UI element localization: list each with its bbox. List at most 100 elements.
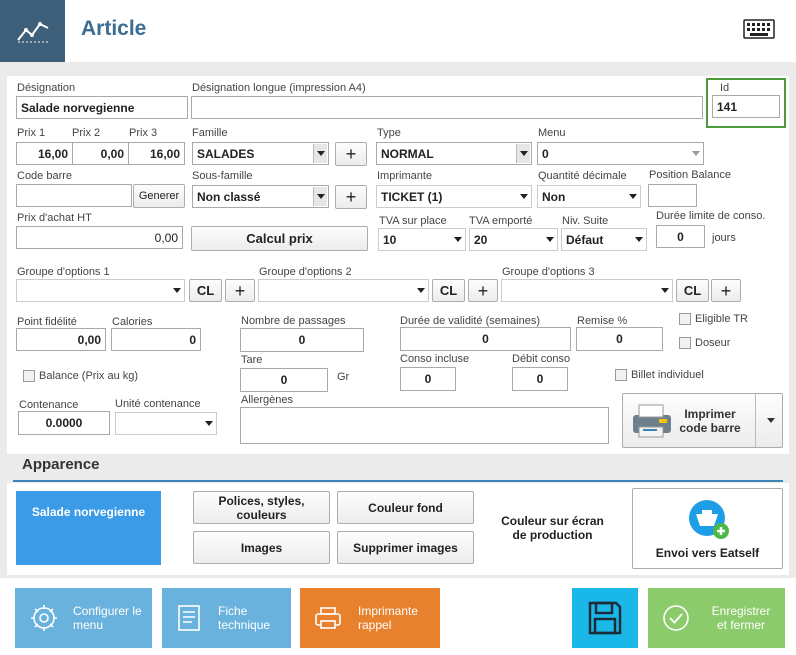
tare-field[interactable]: 0	[240, 368, 328, 392]
calories-label: Calories	[112, 316, 153, 328]
cl-button-2[interactable]: CL	[432, 279, 465, 302]
printer-icon	[633, 404, 671, 437]
prix2-field[interactable]: 0,00	[72, 142, 129, 165]
chevron-down-icon	[313, 187, 327, 206]
duree-limite-label: Durée limite de conso.	[656, 210, 766, 222]
code-barre-field[interactable]	[16, 184, 132, 207]
designation-field[interactable]: Salade norvegienne	[16, 96, 188, 119]
quantite-decimale-select[interactable]: Non	[537, 185, 641, 208]
groupe1-select[interactable]	[16, 279, 185, 302]
prix1-field[interactable]: 16,00	[16, 142, 73, 165]
add-famille-button[interactable]: +	[335, 142, 367, 166]
point-fidelite-field[interactable]: 0,00	[16, 328, 106, 351]
id-field[interactable]: 141	[712, 95, 780, 118]
prix-achat-field[interactable]: 0,00	[16, 226, 183, 249]
unite-contenance-select[interactable]	[115, 412, 217, 435]
tva-place-select[interactable]: 10	[378, 228, 466, 251]
famille-select[interactable]: SALADES	[192, 142, 329, 165]
imprimer-code-barre-button[interactable]: Imprimer code barre	[622, 393, 783, 448]
add-groupe2-button[interactable]: +	[468, 279, 498, 302]
prix1-label: Prix 1	[17, 127, 46, 139]
position-balance-field[interactable]	[648, 184, 697, 207]
envoi-eatself-button[interactable]: Envoi vers Eatself	[632, 488, 783, 569]
article-preview-tile[interactable]: Salade norvegienne	[16, 491, 161, 565]
billet-individuel-label: Billet individuel	[631, 369, 704, 381]
fiche-technique-button[interactable]: Fiche technique	[162, 588, 291, 648]
sous-famille-select[interactable]: Non classé	[192, 185, 329, 208]
chevron-down-icon	[629, 194, 637, 199]
allergenes-field[interactable]	[240, 407, 609, 444]
quantite-decimale-label: Quantité décimale	[538, 170, 627, 182]
chevron-down-icon	[546, 237, 554, 242]
prix-achat-label: Prix d'achat HT	[17, 212, 92, 224]
couleur-ecran-production-button[interactable]: Couleur sur écran de production	[481, 491, 624, 565]
add-groupe3-button[interactable]: +	[711, 279, 741, 302]
famille-label: Famille	[192, 127, 228, 139]
menu-value: 0	[542, 146, 549, 161]
type-select[interactable]: NORMAL	[376, 142, 532, 165]
calcul-prix-button[interactable]: Calcul prix	[191, 226, 368, 251]
quantite-decimale-value: Non	[542, 189, 566, 204]
niv-suite-label: Niv. Suite	[562, 215, 609, 227]
debit-conso-field[interactable]: 0	[512, 367, 568, 391]
configurer-menu-button[interactable]: Configurer le menu	[15, 588, 152, 648]
conso-incluse-field[interactable]: 0	[400, 367, 456, 391]
chevron-down-icon	[692, 151, 700, 156]
chevron-down-icon[interactable]	[767, 418, 775, 423]
duree-limite-field[interactable]: 0	[656, 225, 705, 248]
groupe1-label: Groupe d'options 1	[17, 266, 110, 278]
calories-field[interactable]: 0	[111, 328, 201, 351]
prix3-field[interactable]: 16,00	[128, 142, 185, 165]
supprimer-images-button[interactable]: Supprimer images	[337, 531, 474, 564]
prix2-label: Prix 2	[72, 127, 101, 139]
remise-field[interactable]: 0	[576, 327, 663, 351]
keyboard-icon[interactable]	[743, 19, 775, 42]
cl-button-1[interactable]: CL	[189, 279, 222, 302]
floppy-disk-icon	[588, 601, 622, 635]
groupe2-select[interactable]	[258, 279, 429, 302]
contenance-label: Contenance	[19, 399, 79, 411]
groupe2-label: Groupe d'options 2	[259, 266, 352, 278]
enregistrer-fermer-button[interactable]: Enregistrer et fermer	[648, 588, 785, 648]
menu-select[interactable]: 0	[537, 142, 704, 165]
tva-emporte-select[interactable]: 20	[469, 228, 558, 251]
conso-incluse-label: Conso incluse	[400, 353, 470, 365]
duree-validite-field[interactable]: 0	[400, 327, 571, 351]
niv-suite-select[interactable]: Défaut	[561, 228, 647, 251]
chevron-down-icon	[454, 237, 462, 242]
type-value: NORMAL	[381, 146, 434, 161]
configurer-menu-label: Configurer le menu	[73, 604, 142, 632]
chevron-down-icon	[417, 288, 425, 293]
polices-styles-button[interactable]: Polices, styles, couleurs	[193, 491, 330, 524]
doseur-checkbox[interactable]	[679, 337, 691, 349]
designation-longue-field[interactable]	[191, 96, 703, 119]
save-button[interactable]	[572, 588, 638, 648]
prix3-label: Prix 3	[129, 127, 158, 139]
balance-checkbox[interactable]	[23, 370, 35, 382]
chevron-down-icon	[205, 421, 213, 426]
fiche-technique-label: Fiche technique	[218, 604, 271, 632]
imprimante-rappel-button[interactable]: Imprimante rappel	[300, 588, 440, 648]
couleur-fond-button[interactable]: Couleur fond	[337, 491, 474, 524]
add-sous-famille-button[interactable]: +	[335, 185, 367, 209]
contenance-field[interactable]: 0.0000	[18, 411, 110, 435]
gear-icon	[31, 605, 57, 631]
nombre-passages-field[interactable]: 0	[240, 328, 364, 352]
eatself-icon	[688, 499, 729, 539]
menu-label: Menu	[538, 127, 566, 139]
imprimante-select[interactable]: TICKET (1)	[376, 185, 532, 208]
imprimante-label: Imprimante	[377, 170, 433, 182]
add-groupe1-button[interactable]: +	[225, 279, 255, 302]
groupe3-select[interactable]	[501, 279, 673, 302]
doseur-label: Doseur	[695, 337, 731, 349]
balance-label: Balance (Prix au kg)	[39, 370, 139, 382]
document-icon	[178, 605, 200, 631]
billet-individuel-checkbox[interactable]	[615, 369, 627, 381]
cl-button-3[interactable]: CL	[676, 279, 709, 302]
generer-button[interactable]: Generer	[133, 184, 185, 208]
groupe3-label: Groupe d'options 3	[502, 266, 595, 278]
niv-suite-value: Défaut	[566, 232, 604, 247]
eligible-tr-checkbox[interactable]	[679, 313, 691, 325]
page-title: Article	[81, 17, 147, 40]
images-button[interactable]: Images	[193, 531, 330, 564]
